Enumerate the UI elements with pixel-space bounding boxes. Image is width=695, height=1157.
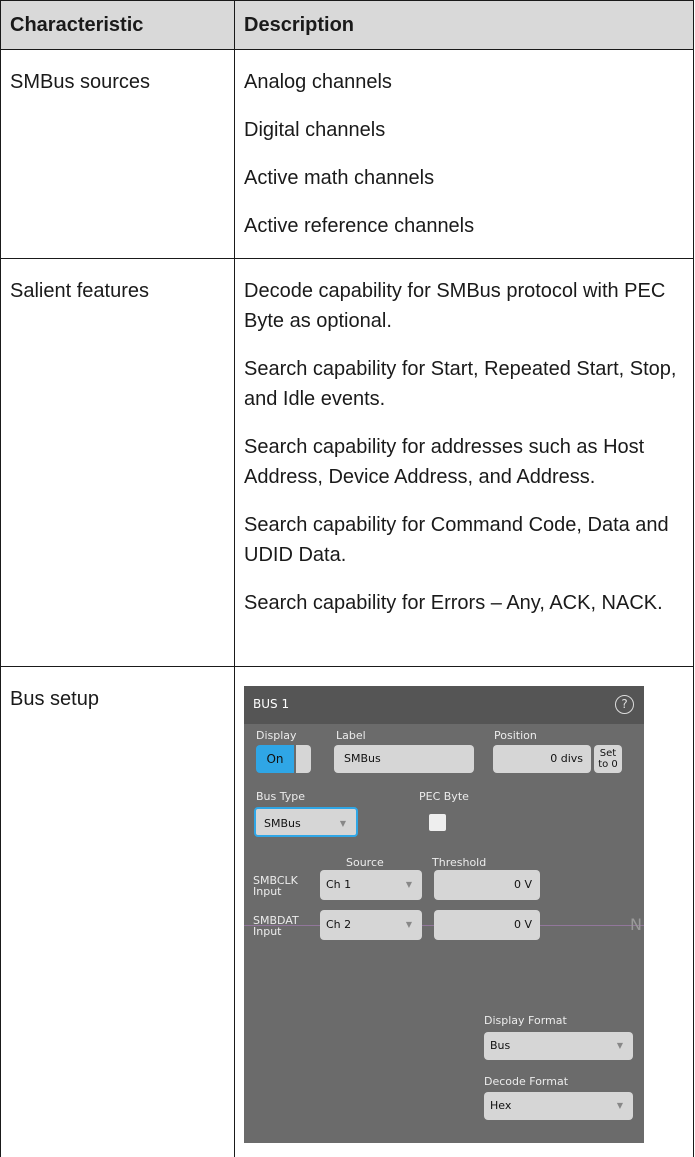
chevron-down-icon: ▼: [616, 1101, 623, 1110]
set-to-zero-button[interactable]: Set to 0: [594, 745, 622, 773]
table-border-middle: [234, 0, 235, 1157]
table-border-row2: [0, 666, 694, 667]
table-border-top: [0, 0, 694, 1]
chevron-down-icon: ▼: [405, 880, 412, 889]
bus-setup-panel-lower: Decode Format Hex ▼: [244, 1075, 644, 1143]
row-sources-item: Active reference channels: [244, 215, 475, 237]
display-label: Display: [256, 729, 297, 742]
pec-byte-checkbox[interactable]: [429, 814, 446, 831]
position-input[interactable]: 0 divs: [493, 745, 591, 773]
decode-format-value: Hex: [490, 1099, 512, 1112]
bus-type-value: SMBus: [264, 817, 301, 830]
display-format-label: Display Format: [484, 1014, 567, 1027]
display-format-select[interactable]: Bus ▼: [484, 1032, 633, 1060]
smbdat-threshold-input[interactable]: 0 V: [434, 910, 540, 940]
background-waveform-glyph: N: [630, 915, 642, 934]
row-features-item: Search capability for Errors – Any, ACK,…: [244, 592, 663, 614]
spec-table: Characteristic Description SMBus sources…: [0, 0, 694, 1157]
smbdat-input-label: SMBDAT Input: [253, 914, 299, 938]
bus-type-select[interactable]: SMBus ▼: [254, 807, 358, 837]
panel-header: [244, 686, 644, 724]
label-label: Label: [336, 729, 366, 742]
threshold-label: Threshold: [432, 856, 487, 869]
bus-setup-panel: N BUS 1 ? Display On Label SMBus Positio…: [244, 686, 644, 1075]
decode-format-select[interactable]: Hex ▼: [484, 1092, 633, 1120]
help-icon[interactable]: ?: [615, 695, 634, 714]
row-sources-item: Digital channels: [244, 119, 386, 141]
row-features-item: Decode capability for SMBus protocol wit…: [244, 280, 666, 332]
position-label: Position: [494, 729, 537, 742]
display-toggle-off[interactable]: [296, 745, 311, 773]
table-border-left: [0, 0, 1, 1157]
chevron-down-icon: ▼: [616, 1041, 623, 1050]
header-characteristic: Characteristic: [10, 14, 144, 36]
bus-type-label: Bus Type: [256, 790, 306, 803]
row-sources-item: Active math channels: [244, 167, 435, 189]
row-features-item: Search capability for Start, Repeated St…: [244, 358, 677, 410]
smbclk-source-value: Ch 1: [326, 878, 352, 891]
header-description: Description: [244, 14, 355, 36]
table-border-row1: [0, 258, 694, 259]
chevron-down-icon: ▼: [339, 819, 346, 828]
row-features-item: Search capability for Command Code, Data…: [244, 514, 669, 566]
decode-format-label: Decode Format: [484, 1075, 569, 1088]
set-to-zero-label-line1: Set: [599, 748, 617, 759]
label-input[interactable]: SMBus: [334, 745, 474, 773]
table-border-header: [0, 49, 694, 50]
row-sources-item: Analog channels: [244, 71, 392, 93]
set-to-zero-label-line2: to 0: [598, 759, 618, 770]
smbdat-source-select[interactable]: Ch 2 ▼: [320, 910, 422, 940]
smbclk-threshold-input[interactable]: 0 V: [434, 870, 540, 900]
display-format-value: Bus: [490, 1039, 511, 1052]
smbclk-source-select[interactable]: Ch 1 ▼: [320, 870, 422, 900]
smbdat-source-value: Ch 2: [326, 918, 352, 931]
display-toggle-on[interactable]: On: [256, 745, 294, 773]
row-sources-characteristic: SMBus sources: [10, 71, 151, 93]
smbclk-input-label: SMBCLK Input: [253, 874, 298, 898]
pec-byte-label: PEC Byte: [419, 790, 469, 803]
chevron-down-icon: ▼: [405, 920, 412, 929]
row-bus-setup-characteristic: Bus setup: [10, 688, 99, 710]
table-border-right: [693, 0, 694, 1157]
row-features-item: Search capability for addresses such as …: [244, 436, 645, 488]
source-label: Source: [346, 856, 384, 869]
row-features-characteristic: Salient features: [10, 280, 149, 302]
panel-title: BUS 1: [253, 697, 290, 711]
